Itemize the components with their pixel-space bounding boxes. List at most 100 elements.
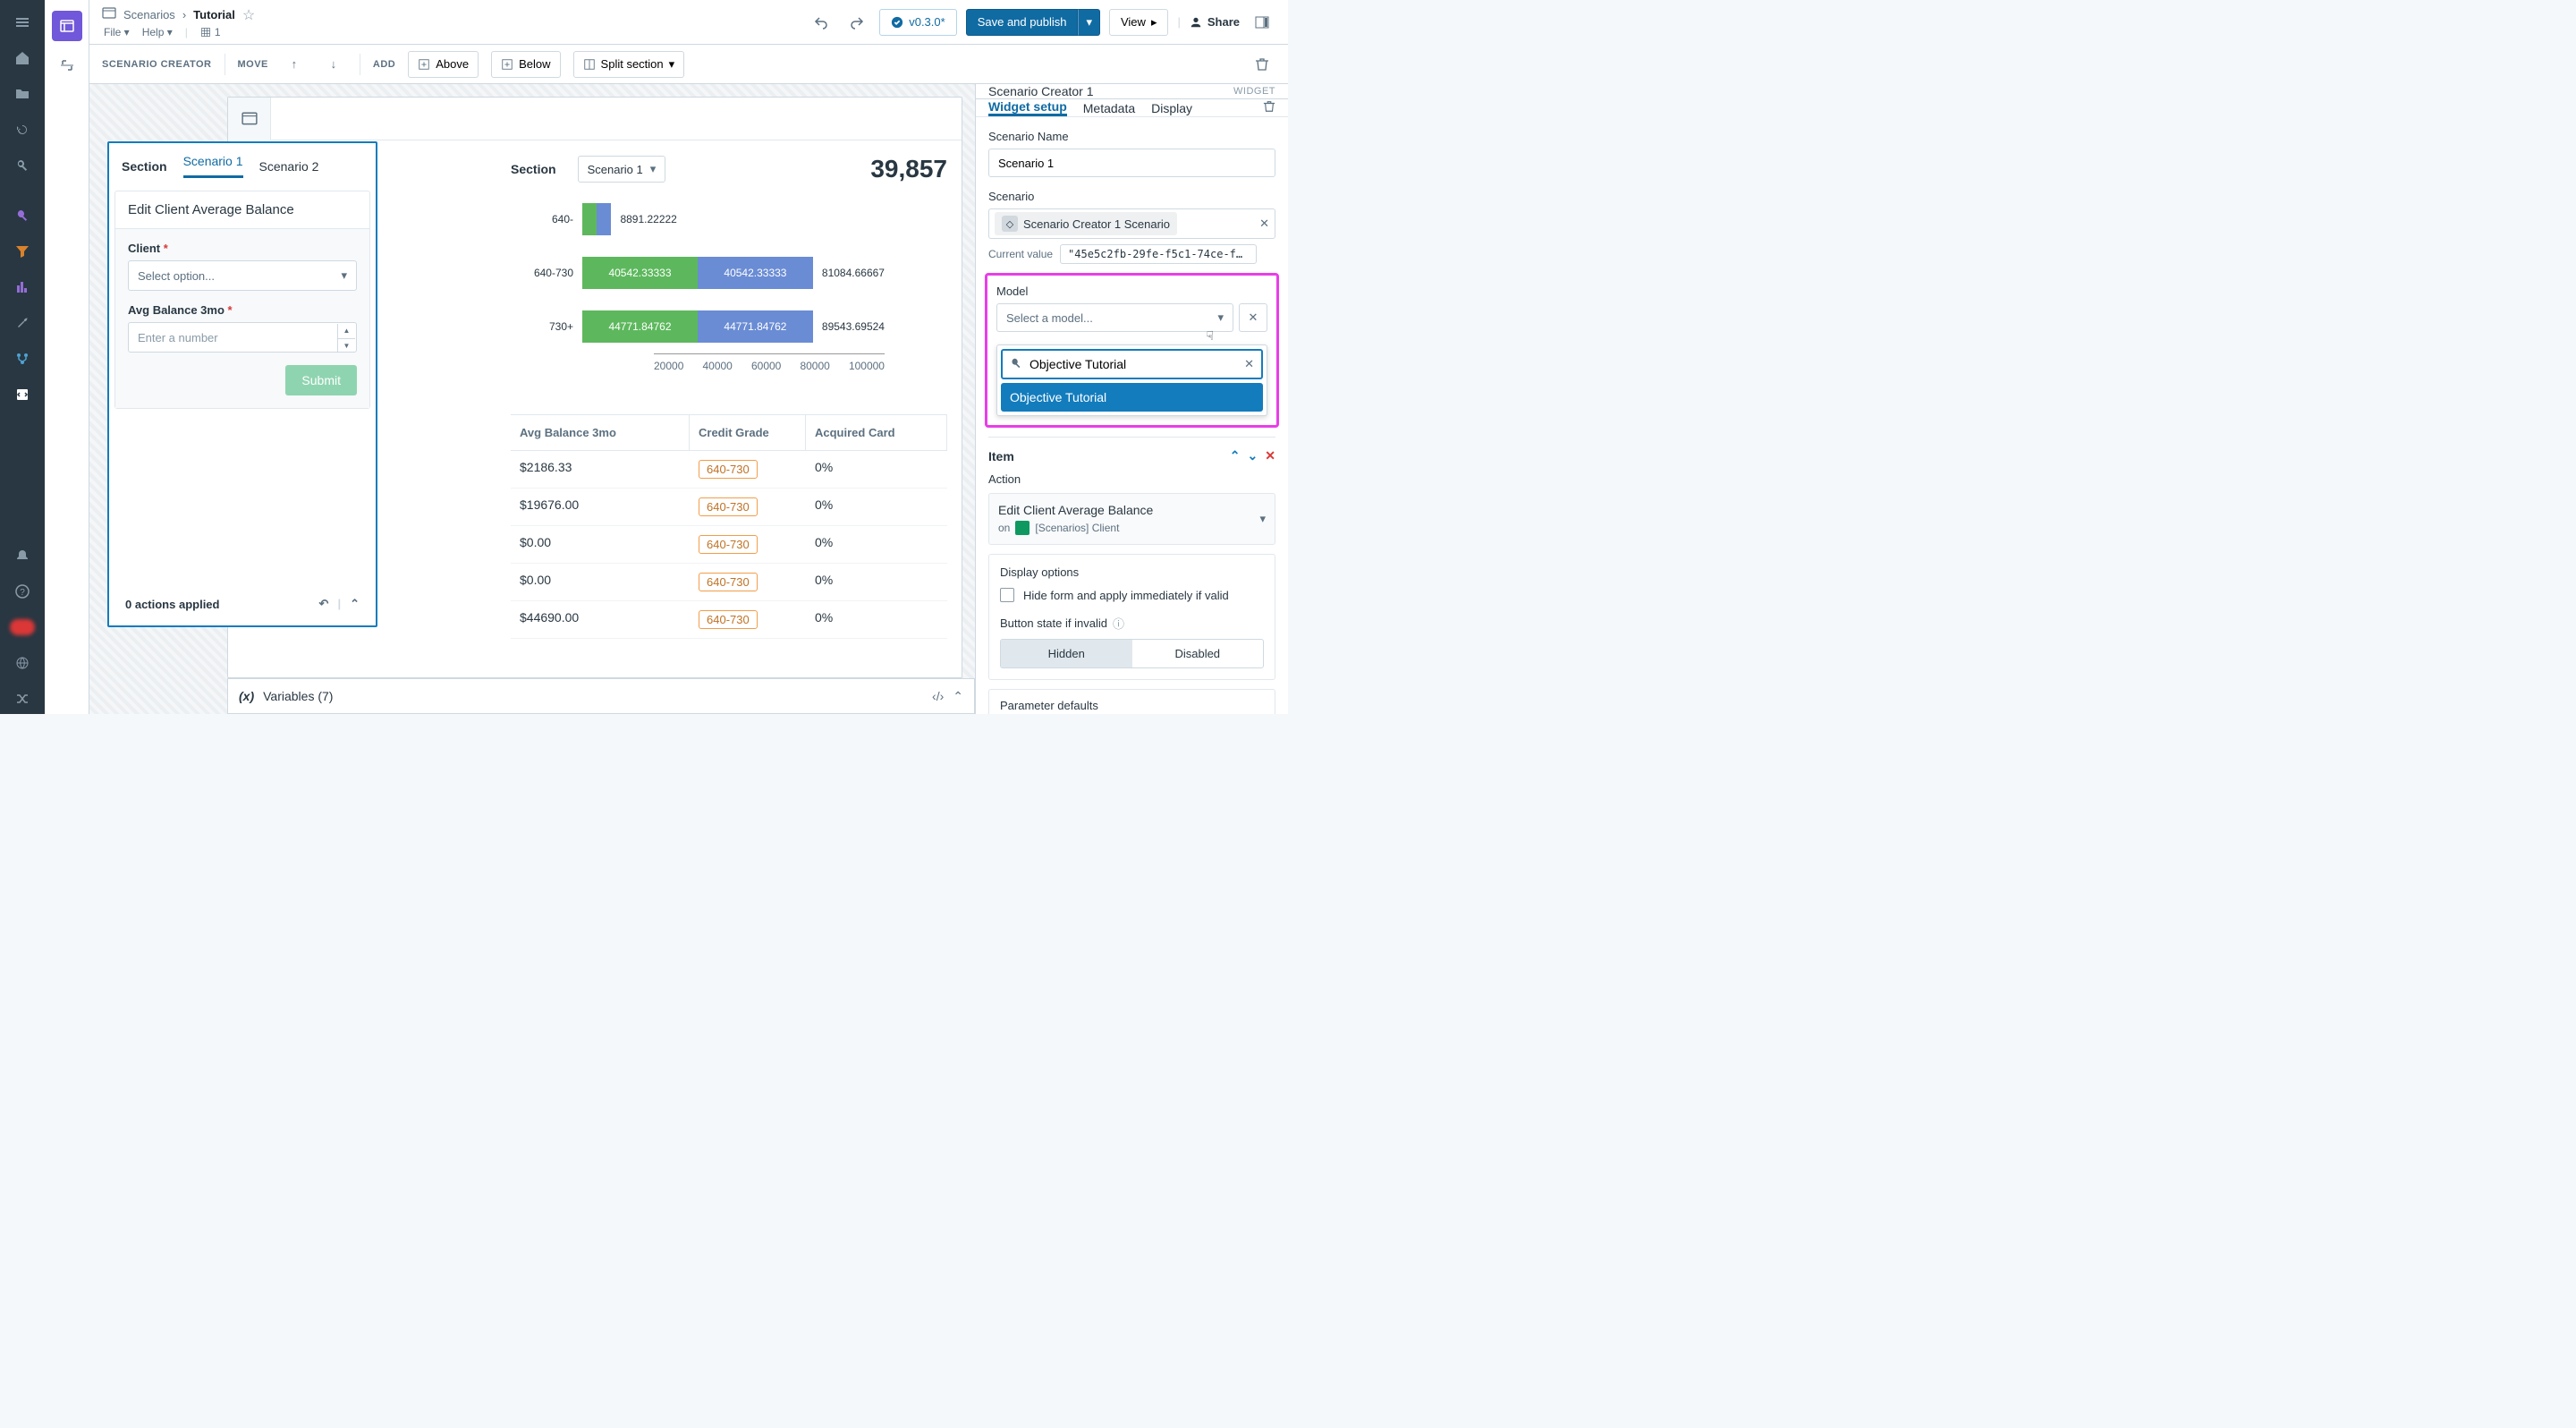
rail-menu-icon[interactable] — [7, 7, 38, 38]
save-publish-dropdown[interactable]: ▾ — [1078, 9, 1100, 36]
chart-xtick: 60000 — [751, 360, 781, 372]
table-row[interactable]: $19676.00640-7300% — [511, 489, 947, 526]
model-clear-button[interactable]: ✕ — [1239, 303, 1267, 332]
split-section-button[interactable]: Split section ▾ — [573, 51, 685, 78]
clear-search-icon[interactable]: ✕ — [1244, 357, 1254, 371]
variables-label: Variables (7) — [263, 689, 333, 703]
hide-form-label: Hide form and apply immediately if valid — [1023, 589, 1229, 602]
param-defaults-label: Parameter defaults — [1000, 699, 1098, 712]
stepper-up-icon[interactable]: ▲ — [338, 324, 355, 339]
rail-help-icon[interactable]: ? — [7, 576, 38, 607]
rail-user-badge[interactable] — [7, 612, 38, 642]
action-object: [Scenarios] Client — [1035, 522, 1119, 534]
stepper-down-icon[interactable]: ▼ — [338, 339, 355, 353]
version-button[interactable]: v0.3.0* — [879, 9, 956, 36]
object-icon — [1015, 521, 1030, 535]
share-button[interactable]: Share — [1190, 15, 1240, 29]
file-menu[interactable]: File ▾ — [104, 26, 130, 38]
model-option[interactable]: Objective Tutorial — [1001, 383, 1263, 412]
help-menu[interactable]: Help ▾ — [142, 26, 173, 38]
item-delete-icon[interactable]: ✕ — [1265, 448, 1275, 463]
action-label: Action — [988, 472, 1275, 486]
widget-icon — [228, 98, 271, 140]
inspector-title: Scenario Creator 1 — [988, 84, 1094, 98]
rail-chart-icon[interactable] — [7, 272, 38, 302]
chart-bar-label: 44771.84762 — [724, 320, 786, 333]
rail-history-icon[interactable] — [7, 115, 38, 145]
redo-icon[interactable] — [843, 9, 870, 36]
add-above-button[interactable]: Above — [408, 51, 479, 78]
tab-widget-setup[interactable]: Widget setup — [988, 99, 1067, 116]
top-header: Scenarios › Tutorial ☆ File ▾ Help ▾ | 1… — [89, 0, 1288, 45]
view-button[interactable]: View ▸ — [1109, 9, 1168, 36]
seg-disabled[interactable]: Disabled — [1132, 640, 1264, 667]
table-row[interactable]: $0.00640-7300% — [511, 564, 947, 601]
scenario-chip-input[interactable]: ◇Scenario Creator 1 Scenario ✕ — [988, 208, 1275, 239]
rail-code-icon[interactable] — [7, 379, 38, 410]
scenario-name-input[interactable] — [988, 149, 1275, 177]
seg-hidden[interactable]: Hidden — [1001, 640, 1132, 667]
sec-rail-layout-icon[interactable] — [52, 11, 82, 41]
rail-wrench-icon[interactable] — [7, 308, 38, 338]
star-icon[interactable]: ☆ — [242, 6, 255, 24]
breadcrumb[interactable]: Scenarios › Tutorial ☆ — [102, 6, 255, 24]
rail-bell-icon[interactable] — [7, 540, 38, 571]
rail-filter-icon[interactable] — [7, 236, 38, 267]
model-section-highlight: Model Select a model...▾ ✕ ☟ — [985, 273, 1279, 428]
table-row[interactable]: $44690.00640-7300% — [511, 601, 947, 639]
table-header[interactable]: Avg Balance 3mo — [511, 415, 690, 450]
table-row[interactable]: $0.00640-7300% — [511, 526, 947, 564]
rail-search2-icon[interactable] — [7, 200, 38, 231]
model-select[interactable]: Select a model...▾ — [996, 303, 1233, 332]
table-row[interactable]: $2186.33640-7300% — [511, 451, 947, 489]
scenario-select[interactable]: Scenario 1▾ — [578, 156, 666, 183]
item-move-up-icon[interactable]: ⌃ — [1230, 448, 1241, 463]
chart-xtick: 100000 — [849, 360, 885, 372]
panel-toggle-icon[interactable] — [1249, 9, 1275, 36]
undo-icon[interactable] — [808, 9, 835, 36]
action-select[interactable]: Edit Client Average Balance on[Scenarios… — [988, 493, 1275, 545]
rail-shuffle-icon[interactable] — [7, 684, 38, 714]
hide-form-checkbox[interactable] — [1000, 588, 1014, 602]
avg-balance-input[interactable]: Enter a number ▲▼ — [128, 322, 357, 353]
info-icon: ⓘ — [1113, 615, 1124, 632]
variables-bar[interactable]: (x) Variables (7) ‹/› ⌃ — [227, 678, 975, 714]
move-up-icon[interactable]: ↑ — [281, 51, 308, 78]
submit-button[interactable]: Submit — [285, 365, 357, 395]
model-search-input[interactable] — [1030, 357, 1237, 371]
rail-home-icon[interactable] — [7, 43, 38, 73]
cursor-icon: ☟ — [1206, 328, 1214, 344]
tab-metadata[interactable]: Metadata — [1083, 99, 1135, 116]
move-down-icon[interactable]: ↓ — [320, 51, 347, 78]
rail-folder-icon[interactable] — [7, 79, 38, 109]
clear-icon[interactable]: ✕ — [1259, 217, 1269, 231]
undo-form-icon[interactable]: ↶ — [319, 597, 329, 611]
code-icon[interactable]: ‹/› — [932, 689, 944, 703]
chart-total-2: 89543.69524 — [822, 320, 885, 333]
rail-branch-icon[interactable] — [7, 344, 38, 374]
tab-display[interactable]: Display — [1151, 99, 1192, 116]
client-select[interactable]: Select option...▾ — [128, 260, 357, 291]
widget-tag: WIDGET — [1233, 86, 1275, 97]
chart-bar-label: 40542.33333 — [608, 267, 671, 279]
chart-xtick: 40000 — [702, 360, 732, 372]
table-count[interactable]: 1 — [200, 26, 221, 38]
table-header[interactable]: Credit Grade — [690, 415, 806, 450]
chart-xtick: 20000 — [654, 360, 683, 372]
sec-rail-expand-icon[interactable] — [52, 50, 82, 81]
rail-search-icon[interactable] — [7, 150, 38, 181]
chevron-up-icon[interactable]: ⌃ — [953, 689, 963, 704]
breadcrumb-parent[interactable]: Scenarios — [123, 8, 175, 21]
delete-widget-icon[interactable] — [1263, 100, 1275, 115]
save-publish-button[interactable]: Save and publish — [966, 9, 1079, 36]
item-move-down-icon[interactable]: ⌄ — [1248, 448, 1258, 463]
tab-scenario-2[interactable]: Scenario 2 — [259, 159, 319, 174]
table-header[interactable]: Acquired Card — [806, 415, 947, 450]
add-below-button[interactable]: Below — [491, 51, 560, 78]
tab-scenario-1[interactable]: Scenario 1 — [183, 154, 243, 178]
collapse-icon[interactable]: ⌃ — [350, 597, 360, 611]
chart-bar-label: 40542.33333 — [724, 267, 786, 279]
window-icon — [102, 6, 116, 23]
rail-globe-icon[interactable] — [7, 648, 38, 678]
delete-icon[interactable] — [1249, 51, 1275, 78]
